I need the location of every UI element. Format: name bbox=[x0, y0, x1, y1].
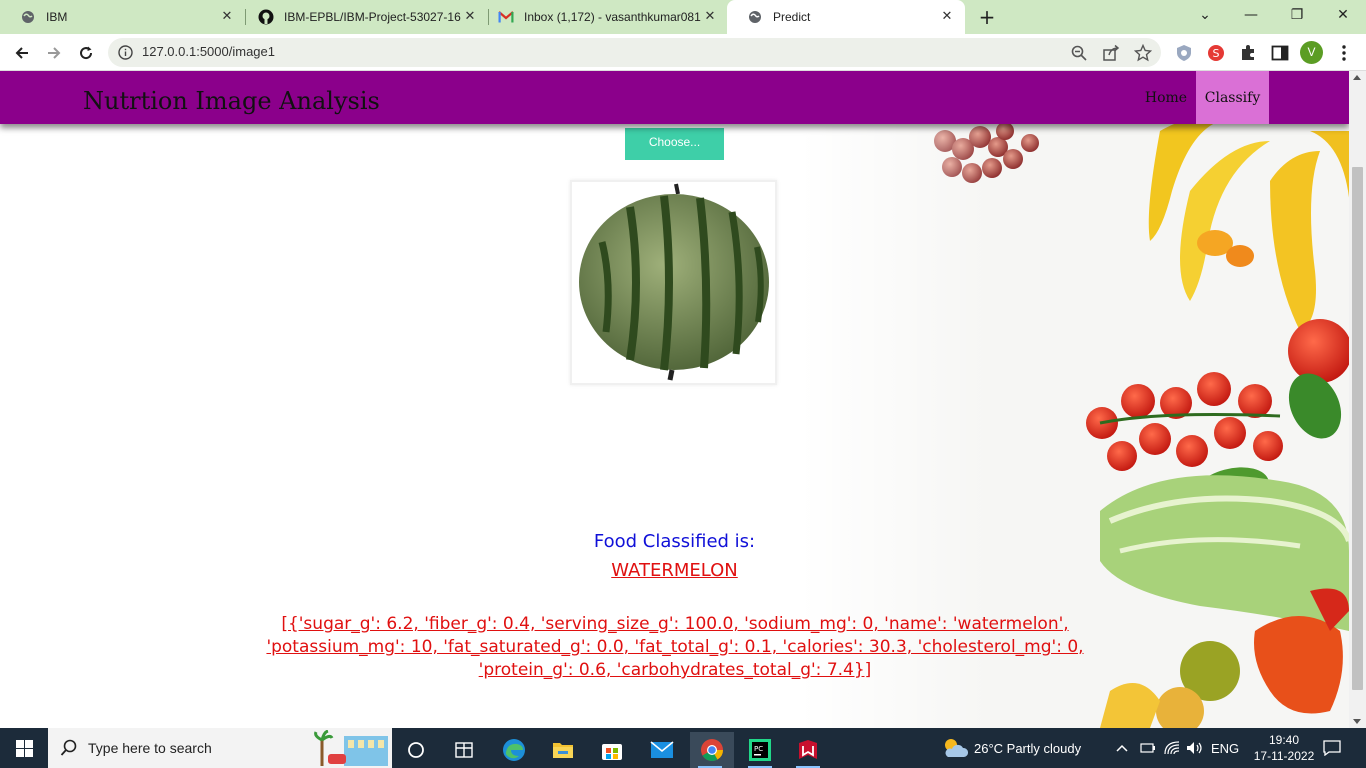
close-tab-icon[interactable]: ✕ bbox=[219, 9, 235, 25]
nutrition-info: [{'sugar_g': 6.2, 'fiber_g': 0.4, 'servi… bbox=[266, 614, 1084, 680]
github-icon bbox=[258, 9, 274, 25]
globe-icon bbox=[20, 9, 36, 25]
close-tab-icon[interactable]: ✕ bbox=[462, 9, 478, 25]
widgets-icon[interactable] bbox=[444, 732, 484, 768]
site-brand[interactable]: Nutrtion Image Analysis bbox=[83, 87, 380, 115]
new-tab-button[interactable]: + bbox=[976, 6, 998, 28]
choose-file-button[interactable]: Choose... bbox=[625, 128, 724, 160]
zoom-icon[interactable] bbox=[1070, 44, 1088, 62]
wifi-icon[interactable] bbox=[1164, 728, 1180, 768]
svg-text:PC: PC bbox=[754, 745, 763, 753]
shield-extension-icon[interactable] bbox=[1174, 43, 1194, 63]
result-label: Food Classified is: bbox=[593, 531, 756, 552]
battery-icon[interactable] bbox=[1140, 728, 1156, 768]
language-indicator[interactable]: ENG bbox=[1211, 728, 1239, 768]
minimize-button[interactable]: — bbox=[1228, 0, 1274, 30]
globe-icon bbox=[747, 9, 763, 25]
share-icon[interactable] bbox=[1102, 44, 1120, 62]
windows-taskbar: Type here to search PC 26°C Partly cloud… bbox=[0, 728, 1366, 768]
partly-cloudy-icon bbox=[945, 739, 968, 757]
forward-button[interactable] bbox=[41, 40, 67, 66]
scroll-down-arrow-icon[interactable] bbox=[1353, 719, 1361, 724]
search-highlight-illustration-icon bbox=[314, 730, 388, 766]
task-view-icon[interactable] bbox=[396, 732, 436, 768]
windows-start-button[interactable] bbox=[0, 728, 48, 768]
gmail-icon bbox=[498, 9, 514, 25]
search-icon bbox=[60, 739, 77, 756]
extension-s-icon[interactable]: S bbox=[1206, 43, 1226, 63]
weather-widget[interactable]: 26°C Partly cloudy bbox=[942, 728, 1081, 768]
watermelon-image bbox=[579, 183, 769, 381]
chrome-icon[interactable] bbox=[690, 732, 734, 768]
close-tab-icon[interactable]: ✕ bbox=[702, 9, 718, 25]
side-panel-icon[interactable] bbox=[1270, 43, 1290, 63]
tab-search-icon[interactable]: ⌄ bbox=[1182, 0, 1228, 30]
uploaded-image-preview bbox=[570, 180, 777, 385]
menu-kebab-icon[interactable] bbox=[1334, 43, 1354, 63]
tab-ibm[interactable]: IBM ✕ bbox=[0, 0, 245, 34]
extensions-puzzle-icon[interactable] bbox=[1238, 43, 1258, 63]
url-text: 127.0.0.1:5000/image1 bbox=[142, 44, 275, 59]
site-navbar: Nutrtion Image Analysis Home Classify bbox=[0, 71, 1349, 124]
file-explorer-icon[interactable] bbox=[543, 732, 583, 768]
page-viewport: Nutrtion Image Analysis Home Classify Ch… bbox=[0, 71, 1349, 728]
close-window-button[interactable]: ✕ bbox=[1320, 0, 1366, 30]
tab-predict[interactable]: Predict ✕ bbox=[727, 0, 965, 34]
pycharm-icon[interactable]: PC bbox=[740, 732, 780, 768]
site-info-icon[interactable] bbox=[118, 45, 133, 60]
profile-avatar[interactable]: V bbox=[1300, 41, 1323, 64]
notifications-icon[interactable] bbox=[1323, 728, 1341, 768]
bookmark-star-icon[interactable] bbox=[1133, 43, 1153, 62]
show-hidden-icons-chevron[interactable] bbox=[1116, 728, 1128, 768]
windows-logo-icon bbox=[15, 739, 33, 757]
close-tab-icon[interactable]: ✕ bbox=[939, 9, 955, 25]
scroll-up-arrow-icon[interactable] bbox=[1353, 75, 1361, 80]
page-scrollbar[interactable] bbox=[1349, 71, 1366, 728]
mail-icon[interactable] bbox=[642, 732, 682, 768]
system-clock[interactable]: 19:40 17-11-2022 bbox=[1248, 728, 1320, 768]
tab-strip: IBM ✕ IBM-EPBL/IBM-Project-53027-16 ✕ In… bbox=[0, 0, 1366, 34]
nav-classify[interactable]: Classify bbox=[1196, 71, 1269, 124]
nav-home[interactable]: Home bbox=[1136, 71, 1196, 124]
edge-browser-icon[interactable] bbox=[494, 732, 534, 768]
tab-gmail[interactable]: Inbox (1,172) - vasanthkumar081 ✕ bbox=[478, 0, 728, 34]
svg-text:S: S bbox=[1213, 47, 1220, 60]
volume-icon[interactable] bbox=[1186, 728, 1204, 768]
taskbar-search-box[interactable]: Type here to search bbox=[48, 728, 392, 768]
address-bar[interactable]: 127.0.0.1:5000/image1 bbox=[108, 38, 1161, 67]
back-button[interactable] bbox=[9, 40, 35, 66]
result-value: WATERMELON bbox=[611, 560, 738, 581]
restore-button[interactable]: ❐ bbox=[1274, 0, 1320, 30]
scroll-thumb[interactable] bbox=[1352, 167, 1363, 690]
browser-toolbar: 127.0.0.1:5000/image1 S V bbox=[0, 34, 1366, 71]
mcafee-icon[interactable] bbox=[788, 732, 828, 768]
microsoft-store-icon[interactable] bbox=[592, 732, 632, 768]
tab-github[interactable]: IBM-EPBL/IBM-Project-53027-16 ✕ bbox=[238, 0, 488, 34]
reload-button[interactable] bbox=[73, 40, 99, 66]
